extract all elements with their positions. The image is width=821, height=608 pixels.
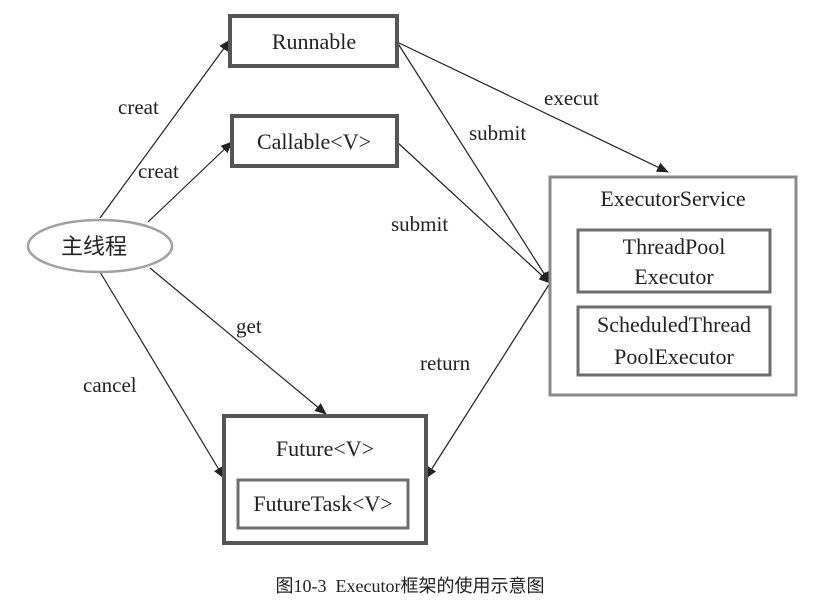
arrow-main-to-future-get: [149, 267, 327, 415]
label-cancel: cancel: [83, 373, 137, 397]
label-submit-runnable: submit: [469, 121, 526, 145]
label-get: get: [236, 314, 262, 338]
label-creat-runnable: creat: [118, 95, 159, 119]
executor-framework-diagram: creat creat get cancel execut submit sub…: [26, 14, 798, 596]
label-return: return: [420, 351, 471, 375]
arrow-main-to-runnable: [99, 39, 231, 219]
label-submit-callable: submit: [391, 212, 448, 236]
main-thread-node: 主线程: [26, 218, 174, 274]
runnable-label: Runnable: [272, 29, 356, 54]
callable-node: Callable<V>: [230, 114, 399, 168]
future-label: Future<V>: [276, 436, 374, 461]
callable-label: Callable<V>: [257, 129, 371, 154]
label-execut: execut: [544, 86, 599, 110]
thread-pool-executor-line2: Executor: [634, 264, 714, 289]
future-node: Future<V> FutureTask<V>: [222, 414, 428, 545]
future-task-label: FutureTask<V>: [253, 491, 392, 516]
scheduled-thread-pool-executor-line1: ScheduledThread: [597, 312, 751, 337]
arrow-executorservice-to-future-return: [425, 282, 551, 479]
executor-service-label: ExecutorService: [600, 186, 745, 211]
main-thread-label: 主线程: [61, 234, 127, 259]
label-creat-callable: creat: [138, 159, 179, 183]
scheduled-thread-pool-executor-line2: PoolExecutor: [614, 344, 734, 369]
thread-pool-executor-line1: ThreadPool: [623, 234, 726, 259]
runnable-node: Runnable: [228, 14, 399, 68]
figure-caption: 图10-3 Executor框架的使用示意图: [276, 576, 545, 596]
executor-service-node: ExecutorService ThreadPool Executor Sche…: [548, 175, 798, 397]
